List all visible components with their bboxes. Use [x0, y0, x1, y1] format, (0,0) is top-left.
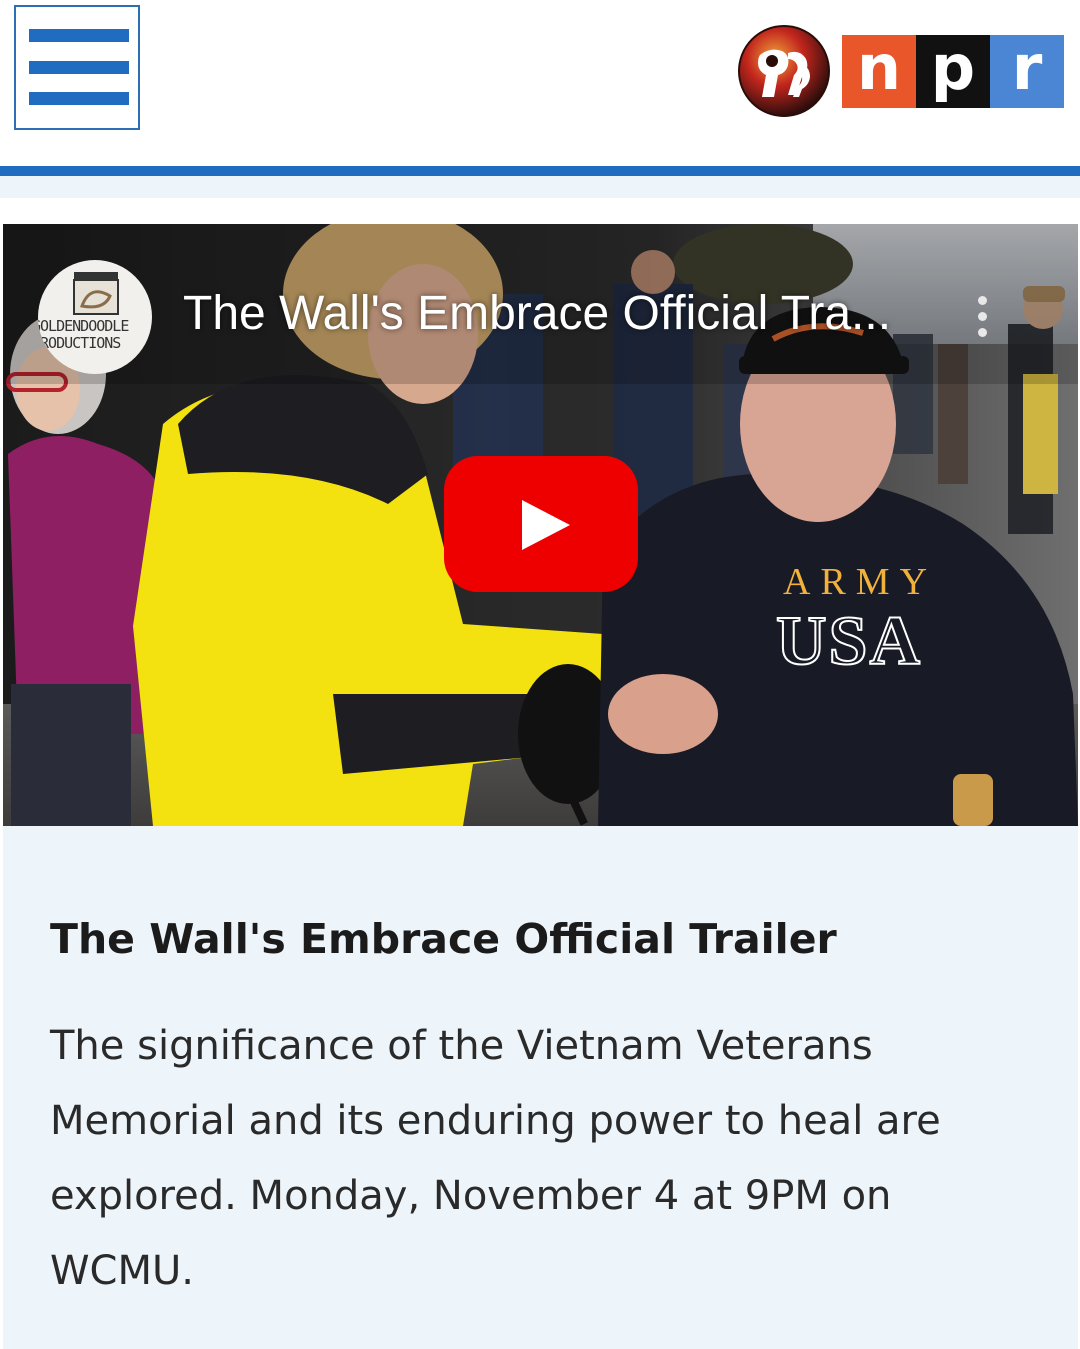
youtube-play-icon	[522, 500, 570, 550]
section-gap	[0, 198, 1080, 224]
npr-letter-n: n	[842, 35, 916, 108]
hamburger-menu-button[interactable]	[14, 5, 140, 130]
card-description: The significance of the Vietnam Veterans…	[50, 1023, 941, 1294]
more-vertical-icon[interactable]	[971, 296, 993, 338]
video-title[interactable]: The Wall's Embrace Official Tra...	[183, 286, 943, 342]
youtube-play-button[interactable]	[444, 456, 638, 592]
header-substrip	[0, 176, 1080, 198]
army-text: ARMY	[783, 561, 937, 603]
hamburger-menu-icon-line-top	[29, 29, 129, 42]
channel-avatar[interactable]: GOLDENDOODLE PRODUCTIONS	[38, 260, 152, 374]
npr-letter-p: p	[916, 35, 990, 108]
usa-text: USA	[776, 603, 922, 680]
hamburger-menu-icon-line-middle	[29, 61, 129, 74]
video-card: ARMY USA GOLDENDOODLE PRODUCTIONS The Wa…	[3, 224, 1078, 1349]
hamburger-menu-icon-line-bottom	[29, 92, 129, 105]
npr-letter-r: r	[990, 35, 1064, 108]
youtube-video-embed[interactable]: ARMY USA GOLDENDOODLE PRODUCTIONS The Wa…	[3, 224, 1078, 826]
station-logos[interactable]: n p r	[738, 25, 1068, 120]
site-header: n p r	[0, 0, 1080, 165]
header-divider	[0, 166, 1080, 176]
card-title[interactable]: The Wall's Embrace Official Trailer	[50, 914, 1040, 964]
npr-logo: n p r	[842, 35, 1064, 108]
pbs-logo-icon	[738, 25, 830, 117]
channel-avatar-text: GOLDENDOODLE PRODUCTIONS	[38, 317, 129, 352]
